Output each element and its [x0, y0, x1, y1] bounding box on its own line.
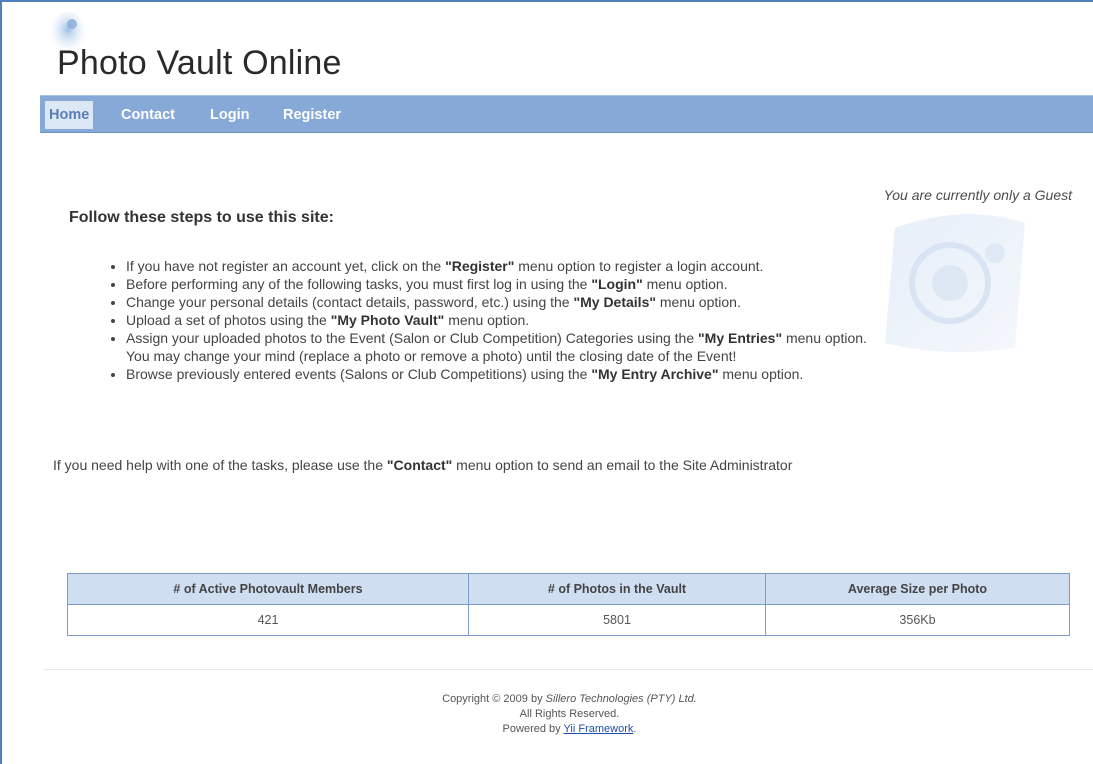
average-size: 356Kb [765, 604, 1070, 636]
guest-status: You are currently only a Guest [883, 187, 1072, 203]
list-item: Change your personal details (contact de… [126, 293, 1093, 311]
nav-login[interactable]: Login [210, 101, 249, 129]
table-row: 421 5801 356Kb [67, 604, 1070, 636]
list-item: Assign your uploaded photos to the Event… [126, 329, 1093, 365]
header: Photo Vault Online [4, 4, 1093, 94]
page-frame: Photo Vault Online Home Contact Login Re… [0, 0, 1093, 764]
powered-line: Powered by Yii Framework. [502, 723, 637, 735]
nav-contact[interactable]: Contact [121, 101, 175, 129]
members-count: 421 [67, 604, 469, 636]
rights-line: All Rights Reserved. [519, 708, 620, 720]
list-item: Before performing any of the following t… [126, 275, 1093, 293]
steps-heading: Follow these steps to use this site: [69, 209, 334, 226]
nav-home[interactable]: Home [45, 101, 94, 129]
column-header: # of Active Photovault Members [67, 573, 469, 605]
help-text: If you need help with one of the tasks, … [53, 457, 793, 473]
copyright-line: Copyright © 2009 by Sillero Technologies… [442, 693, 697, 705]
yii-framework-link[interactable]: Yii Framework [564, 723, 634, 735]
table-header-row: # of Active Photovault Members # of Phot… [67, 573, 1070, 605]
stats-table: # of Active Photovault Members # of Phot… [67, 573, 1070, 636]
main-nav: Home Contact Login Register [40, 95, 1093, 133]
list-item: Browse previously entered events (Salons… [126, 365, 1093, 383]
column-header: # of Photos in the Vault [468, 573, 766, 605]
list-item: Upload a set of photos using the "My Pho… [126, 311, 1093, 329]
list-item: If you have not register an account yet,… [126, 257, 1093, 275]
footer-divider [44, 669, 1093, 670]
nav-register[interactable]: Register [283, 101, 341, 129]
column-header: Average Size per Photo [765, 573, 1070, 605]
footer: Copyright © 2009 by Sillero Technologies… [44, 692, 1093, 737]
steps-list: If you have not register an account yet,… [106, 257, 1093, 383]
photos-count: 5801 [468, 604, 766, 636]
site-title: Photo Vault Online [57, 44, 342, 82]
